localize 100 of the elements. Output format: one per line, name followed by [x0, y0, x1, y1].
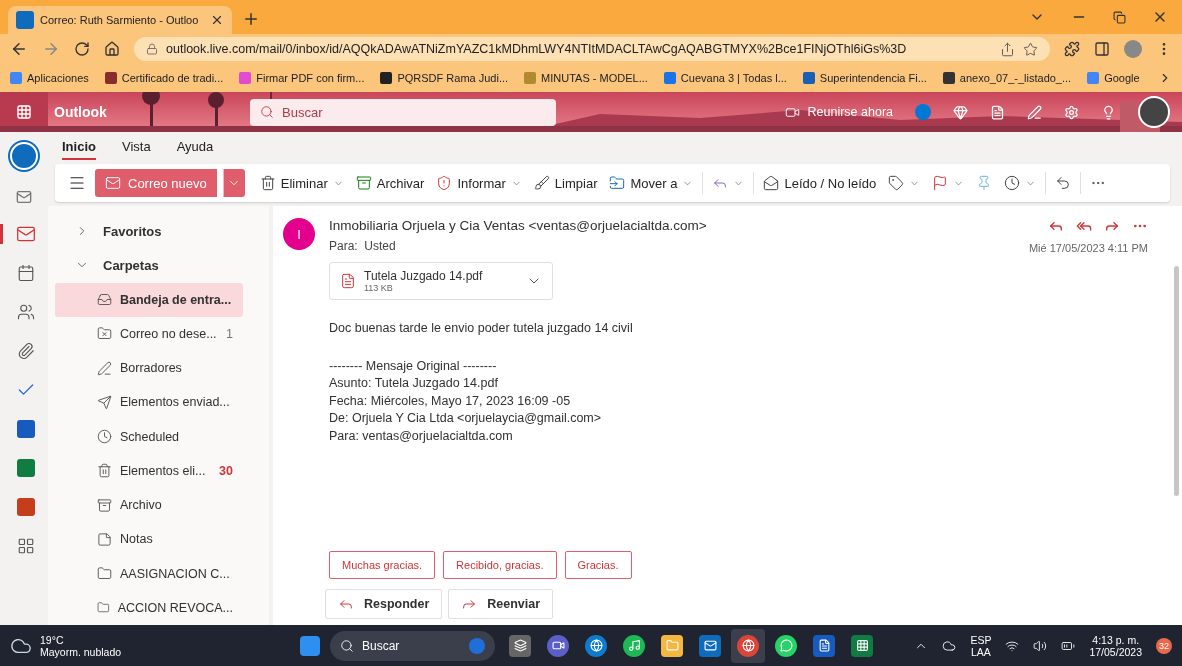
scrollbar[interactable]: [1173, 266, 1179, 496]
bookmark-icon: [380, 72, 393, 84]
folder-item[interactable]: Archivo: [55, 488, 243, 523]
lightbulb-icon[interactable]: [1101, 104, 1116, 120]
weather-text: Mayorm. nublado: [40, 645, 122, 658]
temperature: 19°C: [40, 633, 65, 646]
mail-icon: [105, 175, 121, 191]
archive-button[interactable]: Archivar: [352, 171, 428, 195]
attachment-card[interactable]: Tutela Juzgado 14.pdf 113 KB: [329, 262, 553, 300]
message-date: Mié 17/05/2023 4:11 PM: [1028, 242, 1148, 254]
folder-item[interactable]: Notas: [55, 522, 243, 557]
bookmark-icon: [663, 72, 676, 84]
move-button[interactable]: Mover a: [606, 171, 697, 195]
new-mail-button[interactable]: Correo nuevo: [95, 169, 217, 197]
archive-icon: [97, 497, 112, 513]
folder-item[interactable]: Bandeja de entra...: [55, 282, 243, 317]
settings-icon[interactable]: [1064, 104, 1079, 120]
bookmark-link[interactable]: Google: [1087, 72, 1140, 84]
folder-item[interactable]: AASIGNACION C...: [55, 556, 243, 591]
quick-reply-button[interactable]: Recibido, gracias.: [443, 551, 557, 579]
archive-icon: [355, 175, 372, 191]
wifi-icon: [1005, 638, 1020, 653]
folder-group[interactable]: Carpetas: [55, 248, 265, 283]
search-field[interactable]: Buscar: [250, 98, 556, 126]
bookmark-link[interactable]: Cuevana 3 | Todas l...: [663, 72, 787, 84]
folder-icon: [609, 175, 626, 191]
inbox-icon: [97, 292, 112, 308]
meet-now-button[interactable]: Reunirse ahora: [784, 104, 893, 120]
taskbar-search-field[interactable]: Buscar: [330, 630, 495, 661]
reply-button[interactable]: Responder: [325, 589, 443, 619]
restore-icon[interactable]: [1113, 10, 1126, 24]
quick-reply-button[interactable]: Muchas gracias.: [329, 551, 436, 579]
language-indicator[interactable]: ESP LAA: [970, 633, 992, 658]
back-icon[interactable]: [10, 40, 28, 58]
close-icon[interactable]: [210, 13, 224, 27]
sweep-button[interactable]: Limpiar: [530, 171, 601, 195]
message-text: Fecha: Miércoles, Mayo 17, 2023 16:09 -05: [329, 392, 572, 410]
ribbon-tab[interactable]: Inicio: [62, 134, 96, 160]
folder-item[interactable]: Scheduled: [55, 419, 243, 454]
volume-icon: [1033, 638, 1048, 653]
bookmark-icon: [10, 72, 22, 84]
bookmark-link[interactable]: MINUTAS - MODEL...: [524, 72, 648, 84]
pencil-icon: [97, 360, 112, 376]
folder-group[interactable]: Favoritos: [55, 214, 265, 249]
taskbar-app-button[interactable]: [731, 628, 765, 663]
folder-item[interactable]: Elementos enviad...: [55, 385, 243, 420]
tag-icon: [888, 175, 905, 191]
folder-icon: [97, 566, 112, 582]
new-mail-icon[interactable]: [16, 189, 32, 205]
paperclip-icon: [16, 342, 35, 360]
bookmark-link[interactable]: PQRSDF Rama Judi...: [380, 72, 509, 84]
message-text: Para: ventas@orjuelacialtda.com: [329, 427, 514, 445]
reload-icon[interactable]: [74, 41, 90, 57]
folder-item[interactable]: Correo no dese... 1: [55, 316, 243, 351]
apps-icon: [16, 537, 35, 555]
home-icon[interactable]: [104, 41, 120, 57]
notes-icon[interactable]: [1027, 104, 1042, 120]
calendar-icon: [16, 264, 35, 282]
bookmark-icon: [1087, 72, 1100, 84]
delete-button[interactable]: Eliminar: [256, 171, 347, 195]
folder-count: 1: [226, 326, 233, 341]
bookmark-icon: [104, 72, 117, 84]
envelope-icon: [763, 175, 780, 191]
bookmark-icon: [942, 72, 955, 84]
bookmark-link[interactable]: anexo_07_-_listado_...: [942, 72, 1072, 84]
new-tab-icon[interactable]: [242, 10, 260, 28]
bookmark-icon: [524, 72, 537, 84]
ribbon-tab[interactable]: Ayuda: [176, 134, 214, 160]
share-icon: [1000, 41, 1015, 57]
folder-item[interactable]: Elementos eli... 30: [55, 453, 243, 488]
folder-icon: [97, 326, 112, 342]
folder-item[interactable]: Borradores: [55, 351, 243, 386]
new-mail-dropdown[interactable]: [222, 169, 245, 197]
flag-icon: [932, 175, 949, 191]
clock-icon: [1004, 175, 1021, 191]
quick-reply-button[interactable]: Gracias.: [564, 551, 632, 579]
cloud-icon: [942, 638, 957, 653]
undo-icon: [1055, 175, 1072, 191]
forward-button[interactable]: Reenviar: [448, 589, 554, 619]
sender-avatar: I: [283, 218, 315, 250]
bookmark-link[interactable]: Firmar PDF con firm...: [239, 72, 365, 84]
people-icon: [16, 303, 35, 321]
report-button[interactable]: Informar: [433, 171, 525, 195]
shield-icon: [436, 175, 453, 191]
address-bar[interactable]: outlook.live.com/mail/0/inbox/id/AQQkADAwATNiZmYAZC1kMDhmLWY4NTItMDACLTAwCgAQABGTMYX%2Bce1FINjOThl6iGs%3D: [134, 37, 1050, 61]
bookmark-link[interactable]: Superintendencia Fi...: [802, 72, 927, 84]
trash-icon: [259, 175, 276, 191]
bookmark-link[interactable]: Certificado de tradi...: [104, 72, 224, 84]
attachment-name: Tutela Juzgado 14.pdf: [364, 269, 484, 283]
ribbon-tab[interactable]: Vista: [121, 134, 151, 160]
read-button[interactable]: Leído / No leído: [760, 171, 880, 195]
message-text: De: Orjuela Y Cia Ltda <orjuelaycia@gmail.com>: [329, 410, 603, 427]
side-panel-icon[interactable]: [1094, 41, 1110, 57]
extensions-icon[interactable]: [1064, 41, 1080, 57]
folder-item[interactable]: ACCION REVOCA...: [55, 590, 243, 625]
trash-icon: [97, 463, 112, 479]
browser-tab[interactable]: Correo: Ruth Sarmiento - Outloo: [8, 6, 232, 34]
search-icon: [260, 105, 274, 119]
bookmark-link[interactable]: Aplicaciones: [10, 72, 89, 84]
diamond-icon[interactable]: [953, 104, 968, 120]
